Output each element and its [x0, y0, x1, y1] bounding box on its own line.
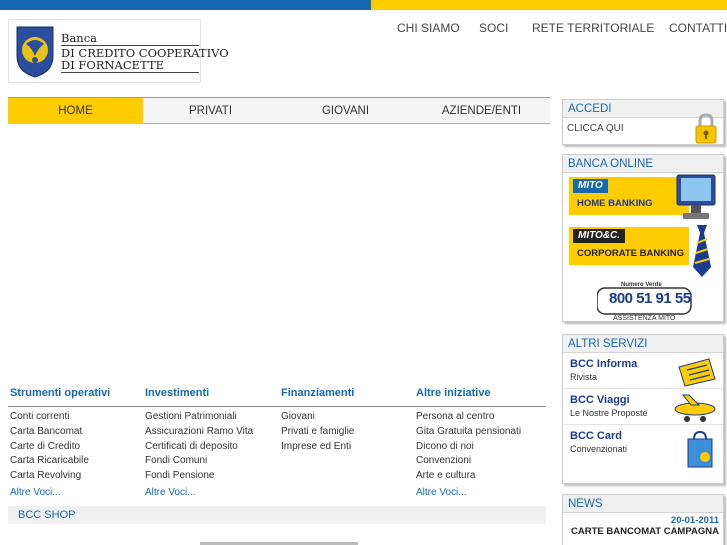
service-subtitle: Le Nostre Proposte: [570, 408, 648, 418]
toplink-rete-territoriale[interactable]: RETE TERRITORIALE: [532, 21, 654, 35]
section-link[interactable]: Convenzioni: [416, 453, 546, 468]
section-title[interactable]: Strumenti operativi: [10, 386, 140, 406]
news-date: 20-01-2011: [670, 515, 719, 526]
mito-logo: MITO: [573, 179, 608, 193]
mito-c-logo: MITO&C.: [573, 229, 626, 243]
corporate-banking-label: CORPORATE BANKING: [577, 248, 684, 259]
nav-giovani[interactable]: GIOVANI: [278, 98, 413, 124]
section-title[interactable]: Altre iniziative: [416, 386, 546, 406]
home-banking-card: MITO HOME BANKING: [569, 177, 689, 215]
section-link[interactable]: Carta Revolving: [10, 468, 140, 483]
top-color-bar-yellow: [371, 0, 727, 10]
numero-verde: Numero Verde 800 51 91 55 ASSISTENZA MIT…: [563, 279, 723, 325]
corporate-banking-banner[interactable]: MITO&C. CORPORATE BANKING: [563, 223, 723, 279]
section-title[interactable]: Investimenti: [145, 386, 275, 406]
section-link[interactable]: Fondi Pensione: [145, 468, 275, 483]
necktie-icon: [693, 225, 711, 277]
lock-icon[interactable]: [693, 112, 719, 146]
shopping-bag-icon: [687, 430, 713, 468]
section-link[interactable]: Arte e cultura: [416, 468, 546, 483]
numero-verde-caption: Numero Verde: [621, 282, 662, 288]
accedi-panel: ACCEDI CLICCA QUI: [562, 99, 724, 145]
section-link[interactable]: Giovani: [281, 409, 411, 424]
more-link[interactable]: Altre Voci...: [416, 487, 467, 498]
service-title: BCC Informa: [570, 358, 638, 370]
section-link[interactable]: Carta Bancomat: [10, 424, 140, 439]
altri-servizi-panel: ALTRI SERVIZI BCC Informa Rivista BCC Vi…: [562, 334, 724, 484]
panel-title: NEWS: [563, 495, 723, 513]
section-link[interactable]: Carta Ricaricabile: [10, 453, 140, 468]
bank-name-line3: di Fornacette: [61, 58, 164, 72]
nav-aziende-enti[interactable]: AZIENDE/ENTI: [413, 98, 550, 124]
home-banking-label: HOME BANKING: [577, 198, 653, 209]
corporate-banking-card: MITO&C. CORPORATE BANKING: [569, 227, 689, 265]
toplink-contatti[interactable]: CONTATTI: [669, 21, 727, 35]
section-title[interactable]: Finanziamenti: [281, 386, 411, 406]
bank-emblem-icon: [16, 26, 54, 78]
section-link[interactable]: Dicono di noi: [416, 439, 546, 454]
nav-privati[interactable]: PRIVATI: [143, 98, 278, 124]
section-link[interactable]: Certificati di deposito: [145, 439, 275, 454]
section-strumenti-operativi: Strumenti operativi Conti correnti Carta…: [10, 386, 140, 498]
login-link[interactable]: CLICCA QUI: [567, 123, 624, 134]
service-subtitle: Convenzionati: [570, 444, 628, 454]
toplink-soci[interactable]: SOCI: [479, 21, 508, 35]
section-link[interactable]: Imprese ed Enti: [281, 439, 411, 454]
service-bcc-viaggi[interactable]: BCC Viaggi Le Nostre Proposte: [563, 391, 723, 425]
assistance-label: ASSISTENZA MITO: [613, 315, 676, 322]
service-title: BCC Card: [570, 430, 622, 442]
bank-name-line1: Banca: [61, 31, 98, 45]
section-finanziamenti: Finanziamenti Giovani Privati e famiglie…: [281, 386, 411, 453]
service-title: BCC Viaggi: [570, 394, 630, 406]
bcc-shop-header[interactable]: BCC SHOP: [8, 506, 546, 524]
section-link[interactable]: Gita Gratuita pensionati: [416, 424, 546, 439]
phone-number[interactable]: 800 51 91 55: [609, 290, 691, 307]
nav-home[interactable]: HOME: [8, 98, 143, 124]
section-investimenti: Investimenti Gestioni Patrimoniali Assic…: [145, 386, 275, 498]
service-bcc-informa[interactable]: BCC Informa Rivista: [563, 355, 723, 389]
news-headline[interactable]: CARTE BANCOMAT CAMPAGNA: [571, 526, 719, 537]
section-altre-iniziative: Altre iniziative Persona al centro Gita …: [416, 386, 546, 498]
airplane-icon: [674, 394, 716, 422]
sections-divider: [8, 406, 546, 407]
section-link[interactable]: Gestioni Patrimoniali: [145, 409, 275, 424]
section-link[interactable]: Carte di Credito: [10, 439, 140, 454]
more-link[interactable]: Altre Voci...: [10, 487, 61, 498]
bank-name: Banca di Credito Cooperativo di Fornacet…: [61, 32, 229, 74]
banca-online-panel: BANCA ONLINE MITO HOME BANKING MITO&C. C…: [562, 154, 724, 322]
magazine-icon: [678, 358, 716, 387]
computer-monitor-icon: [676, 174, 716, 219]
service-subtitle: Rivista: [570, 372, 598, 382]
page: Banca di Credito Cooperativo di Fornacet…: [0, 0, 727, 545]
section-link[interactable]: Fondi Comuni: [145, 453, 275, 468]
home-banking-banner[interactable]: MITO HOME BANKING: [563, 173, 723, 223]
section-link[interactable]: Conti correnti: [10, 409, 140, 424]
main-nav: HOME PRIVATI GIOVANI AZIENDE/ENTI: [8, 97, 550, 124]
bank-logo[interactable]: Banca di Credito Cooperativo di Fornacet…: [8, 19, 229, 83]
toplink-chi-siamo[interactable]: CHI SIAMO: [397, 21, 460, 35]
panel-title: ALTRI SERVIZI: [563, 335, 723, 353]
section-link[interactable]: Privati e famiglie: [281, 424, 411, 439]
section-link[interactable]: Assicurazioni Ramo Vita: [145, 424, 275, 439]
panel-title: BANCA ONLINE: [563, 155, 723, 173]
service-bcc-card[interactable]: BCC Card Convenzionati: [563, 427, 723, 471]
news-panel: NEWS 20-01-2011 CARTE BANCOMAT CAMPAGNA: [562, 494, 724, 545]
section-link[interactable]: Persona al centro: [416, 409, 546, 424]
more-link[interactable]: Altre Voci...: [145, 487, 196, 498]
top-color-bar-blue: [0, 0, 371, 10]
